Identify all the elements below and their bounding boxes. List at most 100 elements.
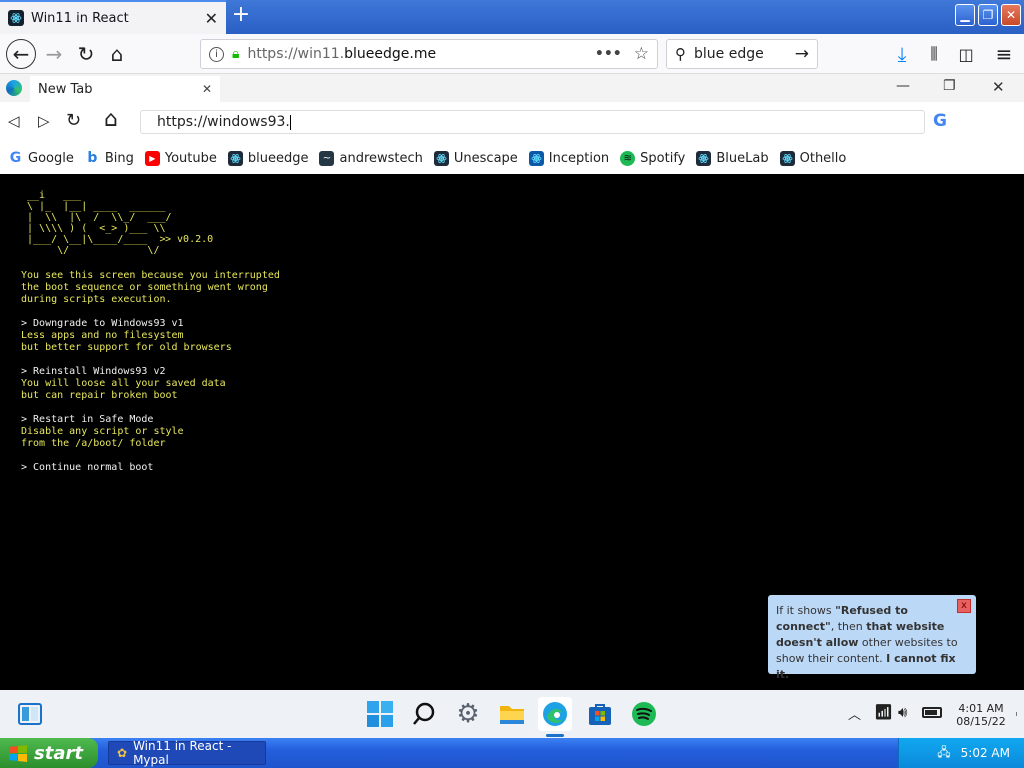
bookmark-andrewstech[interactable]: ~ andrewstech (319, 150, 423, 166)
bookmark-label: Othello (799, 150, 847, 166)
andrewstech-icon: ~ (319, 150, 335, 166)
url-prefix: https://win11. (247, 46, 345, 62)
forward-icon[interactable]: → (40, 40, 68, 68)
start-label: start (34, 742, 83, 764)
edge-nav-toolbar: ◁ ▷ ↻ ⌂ https://windows93. G (0, 102, 1024, 142)
search-input[interactable]: blue edge (694, 46, 795, 62)
boot-option-3[interactable]: > Restart in Safe Mode (21, 414, 153, 426)
close-tab-icon[interactable]: ✕ (205, 9, 218, 28)
inception-icon (528, 150, 544, 166)
edge-tab-strip: New Tab ✕ — ❐ ✕ (0, 74, 1024, 102)
intro-line: You see this screen because you interrup… (21, 270, 280, 281)
bookmark-label: BlueLab (716, 150, 769, 166)
windows93-ascii-logo: __i ___ \ |_ |__| ____ ______ | \\ |\ / … (27, 190, 172, 256)
close-tab-icon[interactable]: ✕ (202, 82, 212, 96)
library-icon[interactable]: ⫼ (920, 40, 948, 68)
notice-text-1: If it shows (776, 604, 836, 617)
spotify-icon[interactable] (627, 697, 661, 731)
boot-option-desc[interactable]: You will loose all your saved data (21, 378, 226, 390)
bookmark-youtube[interactable]: ▶ Youtube (144, 150, 217, 166)
bookmark-unescape[interactable]: Unescape (433, 150, 518, 166)
edge-minimize-button[interactable]: — (896, 78, 910, 94)
restore-button[interactable]: ❐ (978, 4, 998, 26)
active-app-indicator (546, 734, 564, 737)
download-icon[interactable]: ⤓ (888, 40, 916, 68)
bookmark-label: Spotify (640, 150, 686, 166)
bookmark-google[interactable]: G Google (8, 150, 74, 166)
edge-home-icon[interactable]: ⌂ (104, 107, 118, 132)
outer-url-bar[interactable]: i 🔒︎ https://win11. blueedge.me ••• ☆ (200, 39, 658, 69)
search-go-icon[interactable]: → (795, 44, 809, 64)
win11-clock[interactable]: 4:01 AM 08/15/22 (950, 702, 1012, 728)
edge-tab-title: New Tab (38, 81, 93, 97)
bookmark-label: andrewstech (339, 150, 423, 166)
youtube-icon: ▶ (144, 150, 160, 166)
boot-option-desc[interactable]: from the /a/boot/ folder (21, 438, 166, 450)
boot-option-desc[interactable]: Less apps and no filesystem (21, 330, 184, 342)
sidebar-icon[interactable]: ◫ (952, 40, 980, 68)
xp-task-label: Win11 in React - Mypal (133, 739, 232, 767)
new-tab-button[interactable]: + (230, 4, 252, 27)
home-icon[interactable]: ⌂ (103, 40, 131, 68)
spotify-icon: ≋ (620, 150, 636, 166)
wifi-icon[interactable]: 📶︎ (874, 703, 893, 721)
windows-flag-icon (9, 745, 27, 762)
edge-reload-icon[interactable]: ↻ (66, 110, 81, 131)
show-desktop-button[interactable] (1016, 712, 1019, 716)
bookmark-inception[interactable]: Inception (528, 150, 609, 166)
clock-date: 08/15/22 (956, 715, 1006, 728)
xp-clock[interactable]: 5:02 AM (961, 746, 1010, 760)
edge-back-icon[interactable]: ◁ (8, 112, 20, 130)
boot-option-4[interactable]: > Continue normal boot (21, 462, 153, 474)
page-actions-icon[interactable]: ••• (595, 46, 622, 62)
xp-system-tray: 🖧︎ 5:02 AM (898, 738, 1024, 768)
edge-forward-icon[interactable]: ▷ (38, 112, 50, 130)
edge-address-bar[interactable]: https://windows93. (140, 110, 925, 134)
edge-tab-newtab[interactable]: New Tab ✕ (30, 76, 220, 102)
boot-option-1[interactable]: > Downgrade to Windows93 v1 (21, 318, 184, 330)
react-icon (227, 150, 243, 166)
google-icon[interactable]: G (933, 111, 947, 131)
bookmark-label: Bing (104, 150, 134, 166)
boot-option-desc[interactable]: but better support for old browsers (21, 342, 232, 354)
bookmark-bluelab[interactable]: BlueLab (696, 150, 769, 166)
outer-nav-toolbar: ← → ↻ ⌂ i 🔒︎ https://win11. blueedge.me •… (0, 34, 1024, 74)
bookmark-blueedge[interactable]: blueedge (227, 150, 308, 166)
xp-task-button[interactable]: ✿ Win11 in React - Mypal (108, 739, 266, 767)
search-icon[interactable] (407, 697, 441, 731)
windows-start-icon[interactable] (363, 697, 397, 731)
outer-tab-win11[interactable]: Win11 in React ✕ (0, 0, 226, 34)
edge-restore-button[interactable]: ❐ (943, 78, 956, 94)
google-icon: G (9, 150, 22, 166)
search-icon: ⚲ (675, 45, 686, 63)
search-box[interactable]: ⚲ blue edge → (666, 39, 818, 69)
chevron-up-icon[interactable]: ︿ (848, 704, 861, 723)
bookmark-spotify[interactable]: ≋ Spotify (620, 150, 686, 166)
boot-option-desc[interactable]: but can repair broken boot (21, 390, 178, 402)
edge-close-button[interactable]: ✕ (992, 78, 1005, 96)
network-icon[interactable]: 🖧︎ (937, 743, 950, 764)
boot-option-desc[interactable]: Disable any script or style (21, 426, 184, 438)
bookmark-bing[interactable]: b Bing (85, 150, 134, 166)
edge-address-input[interactable]: https://windows93. (157, 114, 290, 130)
intro-line: during scripts execution. (21, 294, 172, 305)
bookmark-label: Unescape (453, 150, 518, 166)
battery-icon[interactable] (922, 707, 942, 718)
boot-option-2[interactable]: > Reinstall Windows93 v2 (21, 366, 166, 378)
reload-icon[interactable]: ↻ (72, 40, 100, 68)
info-icon[interactable]: i (209, 46, 224, 62)
volume-icon[interactable]: 🔊︎ (898, 703, 907, 721)
back-icon[interactable]: ← (6, 39, 36, 69)
xp-start-button[interactable]: start (0, 738, 98, 768)
bookmark-othello[interactable]: Othello (779, 150, 847, 166)
settings-gear-icon[interactable]: ⚙ (451, 697, 485, 731)
file-explorer-icon[interactable] (495, 697, 529, 731)
menu-icon[interactable]: ≡ (990, 40, 1018, 68)
notice-close-button[interactable]: x (957, 599, 971, 613)
store-icon[interactable] (583, 697, 617, 731)
minimize-button[interactable]: ▁ (955, 4, 975, 26)
widgets-icon[interactable] (13, 697, 47, 731)
window-close-button[interactable]: ✕ (1001, 4, 1021, 26)
edge-browser-icon[interactable] (538, 697, 572, 731)
bookmark-star-icon[interactable]: ☆ (634, 44, 649, 64)
